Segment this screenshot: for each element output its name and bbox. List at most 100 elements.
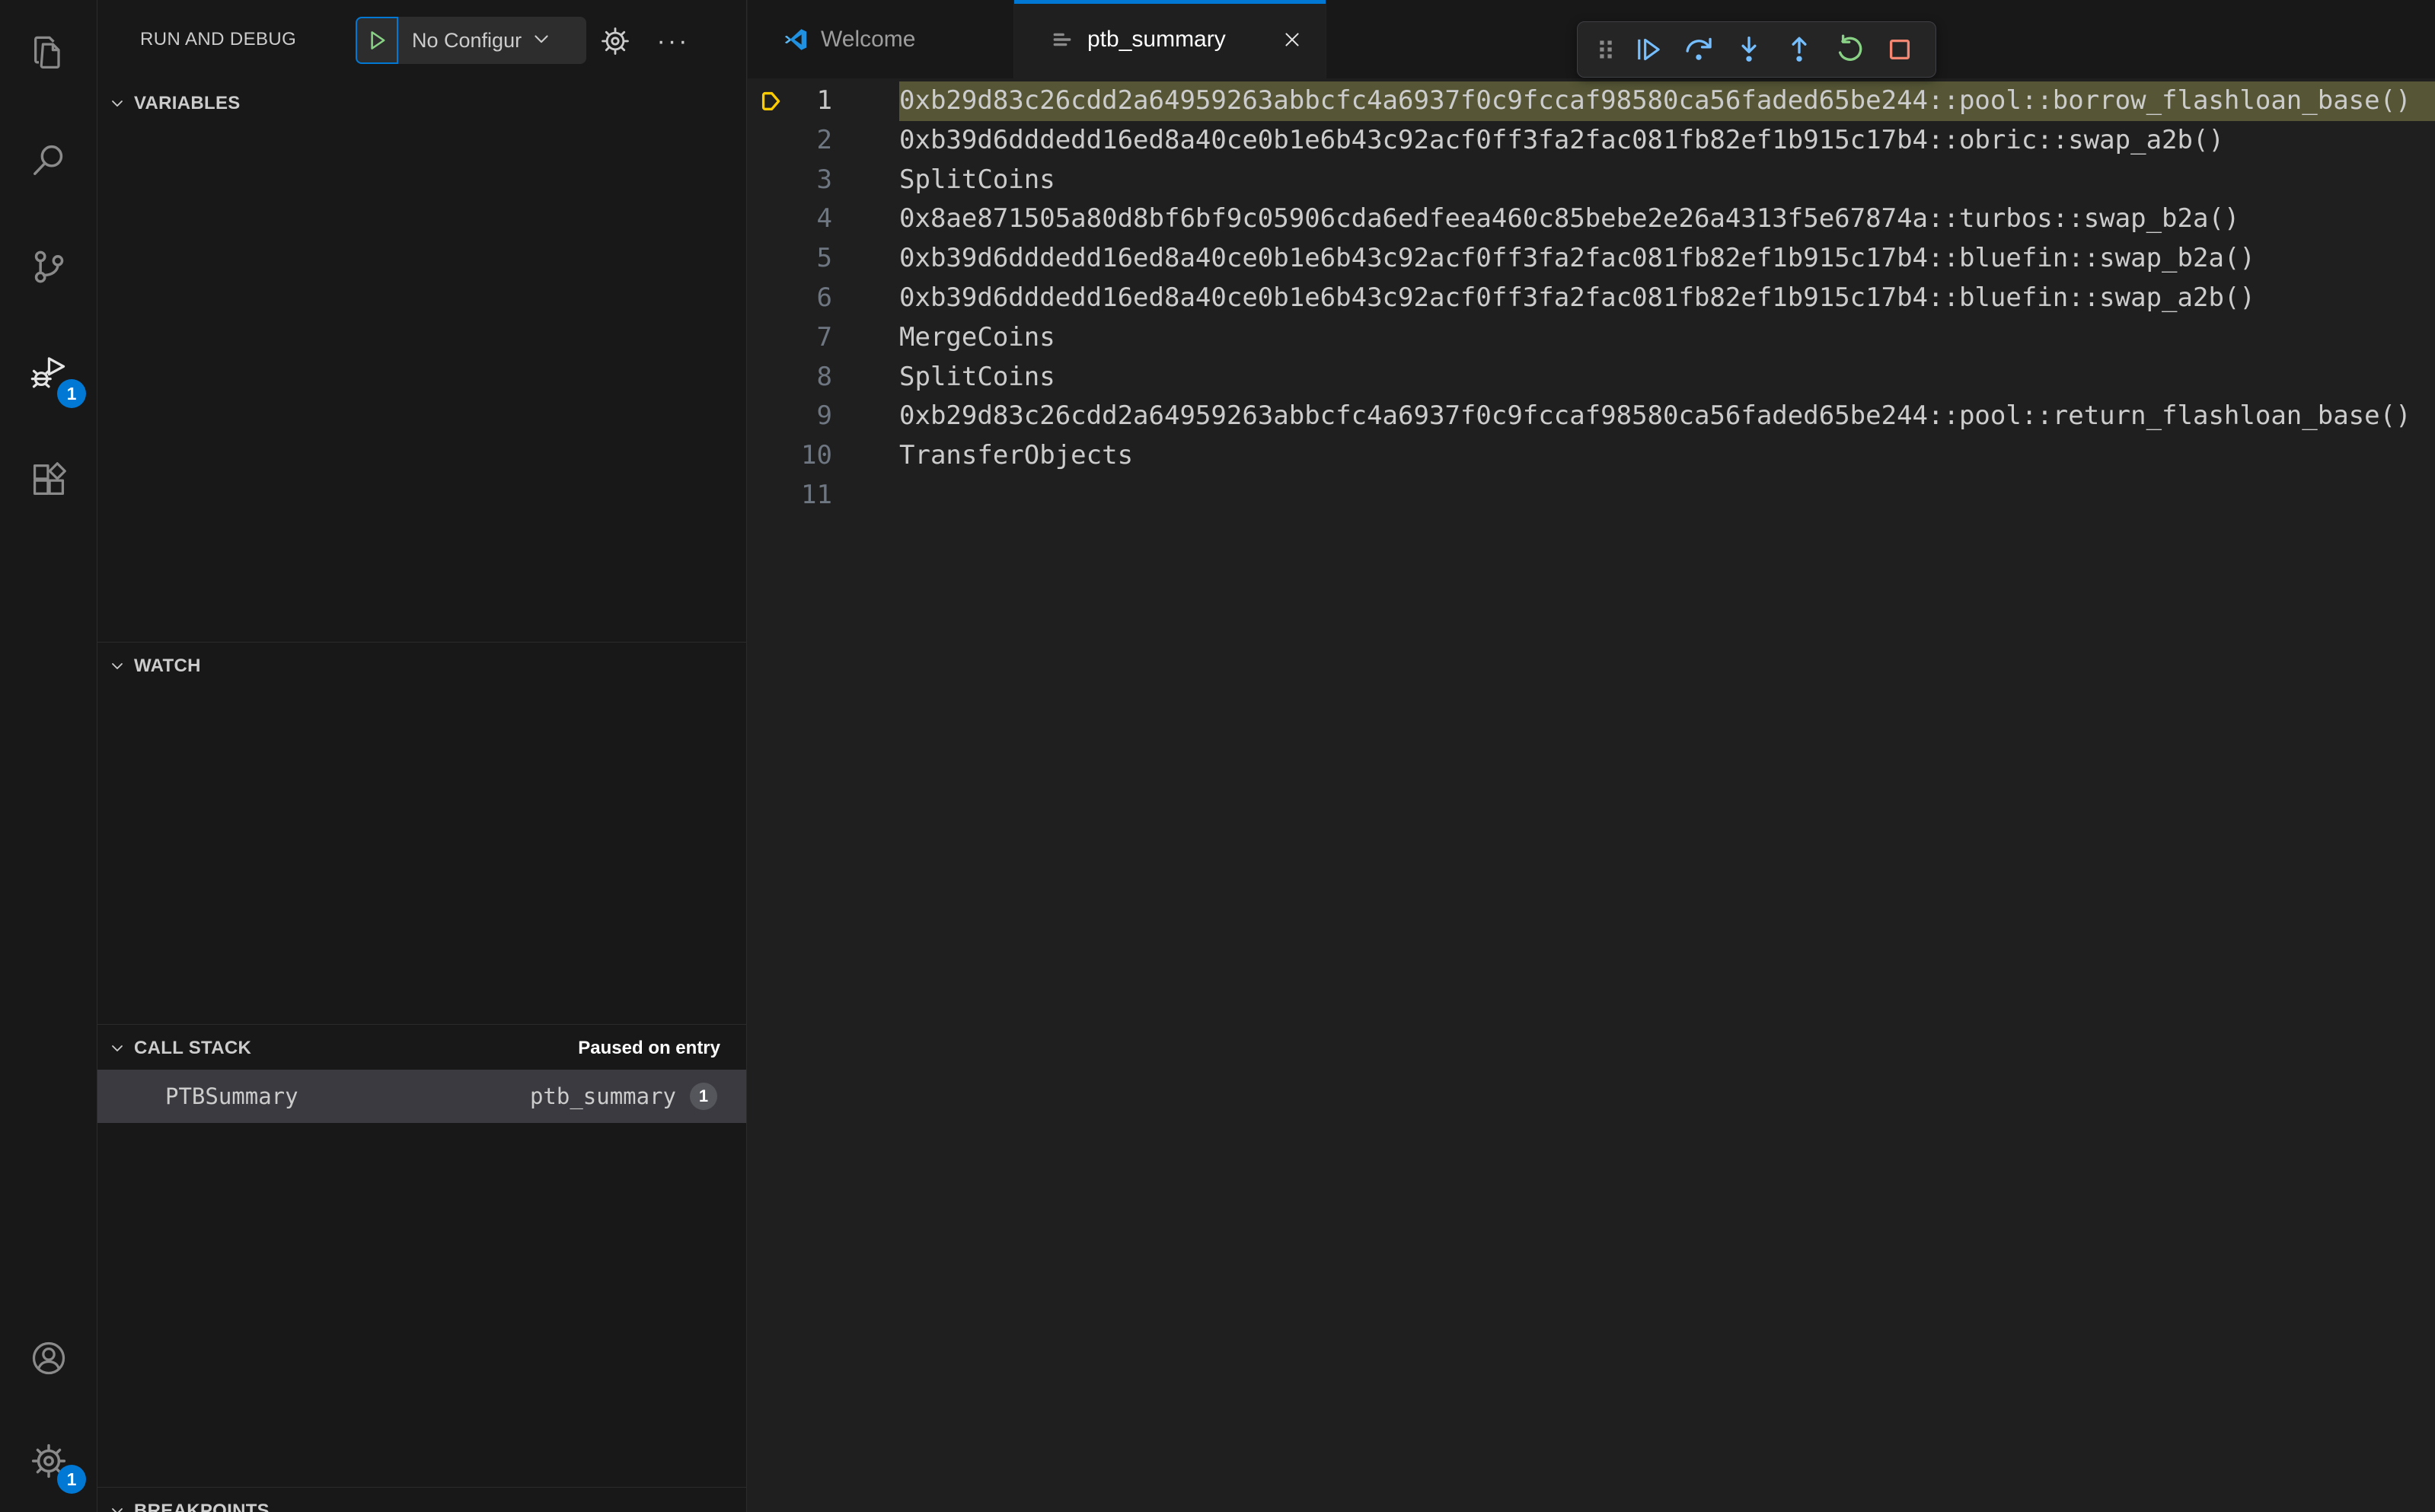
restart-button[interactable] [1824, 26, 1875, 73]
step-over-icon [1686, 37, 1712, 60]
editor-gutter[interactable]: 3 [748, 161, 899, 200]
code-line[interactable]: 6 0xb39d6dddedd16ed8a40ce0b1e6b43c92acf0… [748, 279, 2435, 318]
section-call-stack[interactable]: CALL STACK Paused on entry [97, 1027, 746, 1070]
settings-badge: 1 [57, 1465, 86, 1494]
accounts-button[interactable] [0, 1306, 97, 1409]
more-actions-button[interactable]: ··· [652, 20, 694, 62]
settings-button[interactable]: 1 [0, 1409, 97, 1512]
close-icon [1285, 32, 1299, 46]
section-watch[interactable]: WATCH [97, 645, 746, 687]
line-number: 8 [816, 361, 832, 392]
editor-gutter[interactable]: 7 [748, 318, 899, 358]
editor-gutter[interactable]: 8 [748, 358, 899, 397]
line-number: 6 [816, 282, 832, 313]
stop-button[interactable] [1875, 26, 1925, 73]
frame-name: PTBSummary [165, 1083, 298, 1109]
toolbar-drag-handle[interactable] [1588, 26, 1623, 73]
section-breakpoints[interactable]: BREAKPOINTS [97, 1490, 746, 1512]
step-over-button[interactable] [1674, 26, 1724, 73]
editor-gutter[interactable]: 9 [748, 397, 899, 436]
code-line[interactable]: 11 [748, 476, 2435, 515]
section-label: BREAKPOINTS [134, 1501, 270, 1512]
debug-config-dropdown[interactable]: No Configur [356, 17, 586, 64]
section-variables[interactable]: VARIABLES [97, 82, 746, 125]
search-icon [33, 145, 62, 175]
line-content: 0xb29d83c26cdd2a64959263abbcfc4a6937f0c9… [899, 81, 2435, 121]
line-content: TransferObjects [899, 440, 1134, 471]
play-icon [371, 31, 385, 49]
continue-button[interactable] [1623, 26, 1674, 73]
continue-icon [1638, 38, 1660, 61]
code-line[interactable]: 1 0xb29d83c26cdd2a64959263abbcfc4a6937f0… [748, 81, 2435, 121]
step-out-icon [1792, 37, 1807, 62]
code-line[interactable]: 7 MergeCoins [748, 318, 2435, 358]
frame-line-badge: 1 [690, 1083, 717, 1110]
line-number: 9 [816, 400, 832, 432]
chevron-down-icon [112, 663, 123, 669]
chevron-down-icon [112, 1045, 123, 1051]
start-debug-button[interactable] [356, 17, 398, 64]
line-number: 11 [801, 479, 832, 510]
files-icon [34, 36, 60, 69]
gear-icon [602, 27, 629, 55]
code-line[interactable]: 10 TransferObjects [748, 436, 2435, 476]
code-line[interactable]: 3 SplitCoins [748, 161, 2435, 200]
line-content: 0xb39d6dddedd16ed8a40ce0b1e6b43c92acf0ff… [899, 282, 2255, 313]
call-stack-frame-row[interactable]: PTBSummary ptb_summary 1 [97, 1070, 746, 1123]
line-content [899, 476, 2435, 515]
frame-file: ptb_summary [529, 1083, 676, 1109]
vscode-logo-icon [784, 28, 807, 50]
gripper-icon [1600, 40, 1612, 59]
sidebar-item-extensions[interactable] [0, 426, 97, 533]
line-number: 4 [816, 203, 832, 234]
config-dropdown-label[interactable]: No Configur [412, 29, 522, 53]
tab-welcome[interactable]: Welcome [748, 0, 1014, 78]
line-content: MergeCoins [899, 321, 1055, 352]
line-number: 3 [816, 164, 832, 195]
code-line[interactable]: 4 0x8ae871505a80d8bf6bf9c05906cda6edfeea… [748, 199, 2435, 239]
line-content: 0x8ae871505a80d8bf6bf9c05906cda6edfeea46… [899, 203, 2240, 234]
section-label: VARIABLES [134, 93, 241, 113]
editor-gutter[interactable]: 2 [748, 121, 899, 161]
chevron-down-icon [531, 28, 552, 53]
editor-gutter[interactable]: 11 [748, 476, 899, 515]
step-into-button[interactable] [1724, 26, 1774, 73]
tab-label: ptb_summary [1087, 26, 1226, 52]
sidebar-item-source-control[interactable] [0, 213, 97, 320]
activity-bar: 1 1 [0, 0, 97, 1512]
step-out-button[interactable] [1774, 26, 1824, 73]
code-line[interactable]: 8 SplitCoins [748, 358, 2435, 397]
line-number: 2 [816, 124, 832, 155]
tab-label: Welcome [821, 26, 916, 52]
editor-gutter[interactable]: 1 [748, 81, 899, 121]
debug-current-line-arrow-icon [761, 91, 780, 110]
chevron-down-icon [112, 1508, 123, 1512]
sidebar-item-run-and-debug[interactable]: 1 [0, 320, 97, 426]
extensions-icon [33, 462, 66, 496]
editor-gutter[interactable]: 4 [748, 199, 899, 239]
line-number: 7 [816, 321, 832, 352]
code-editor[interactable]: 1 0xb29d83c26cdd2a64959263abbcfc4a6937f0… [748, 78, 2435, 1512]
section-divider [97, 1487, 746, 1488]
source-control-icon [34, 250, 63, 283]
section-divider [97, 642, 746, 643]
code-line[interactable]: 2 0xb39d6dddedd16ed8a40ce0b1e6b43c92acf0… [748, 121, 2435, 161]
sidebar-item-search[interactable] [0, 107, 97, 213]
debug-settings-button[interactable] [594, 20, 637, 62]
code-line[interactable]: 5 0xb39d6dddedd16ed8a40ce0b1e6b43c92acf0… [748, 239, 2435, 279]
tab-ptb-summary[interactable]: ptb_summary [1014, 0, 1326, 78]
editor-gutter[interactable]: 10 [748, 436, 899, 476]
sidebar-title: RUN AND DEBUG [140, 29, 297, 49]
tab-close-button[interactable] [1278, 26, 1306, 53]
step-into-icon [1741, 36, 1757, 62]
code-line[interactable]: 9 0xb29d83c26cdd2a64959263abbcfc4a6937f0… [748, 397, 2435, 436]
sidebar-item-explorer[interactable] [0, 0, 97, 107]
debug-badge: 1 [57, 379, 86, 408]
vscode-window: 1 1 RUN AND DEBUG No Configur ··· VARIAB… [0, 0, 2435, 1512]
account-icon [32, 1341, 65, 1374]
activity-bar-bottom: 1 [0, 1306, 97, 1512]
editor-gutter[interactable]: 5 [748, 239, 899, 279]
editor-gutter[interactable]: 6 [748, 279, 899, 318]
section-label: WATCH [134, 656, 201, 676]
chevron-down-icon [112, 100, 123, 107]
